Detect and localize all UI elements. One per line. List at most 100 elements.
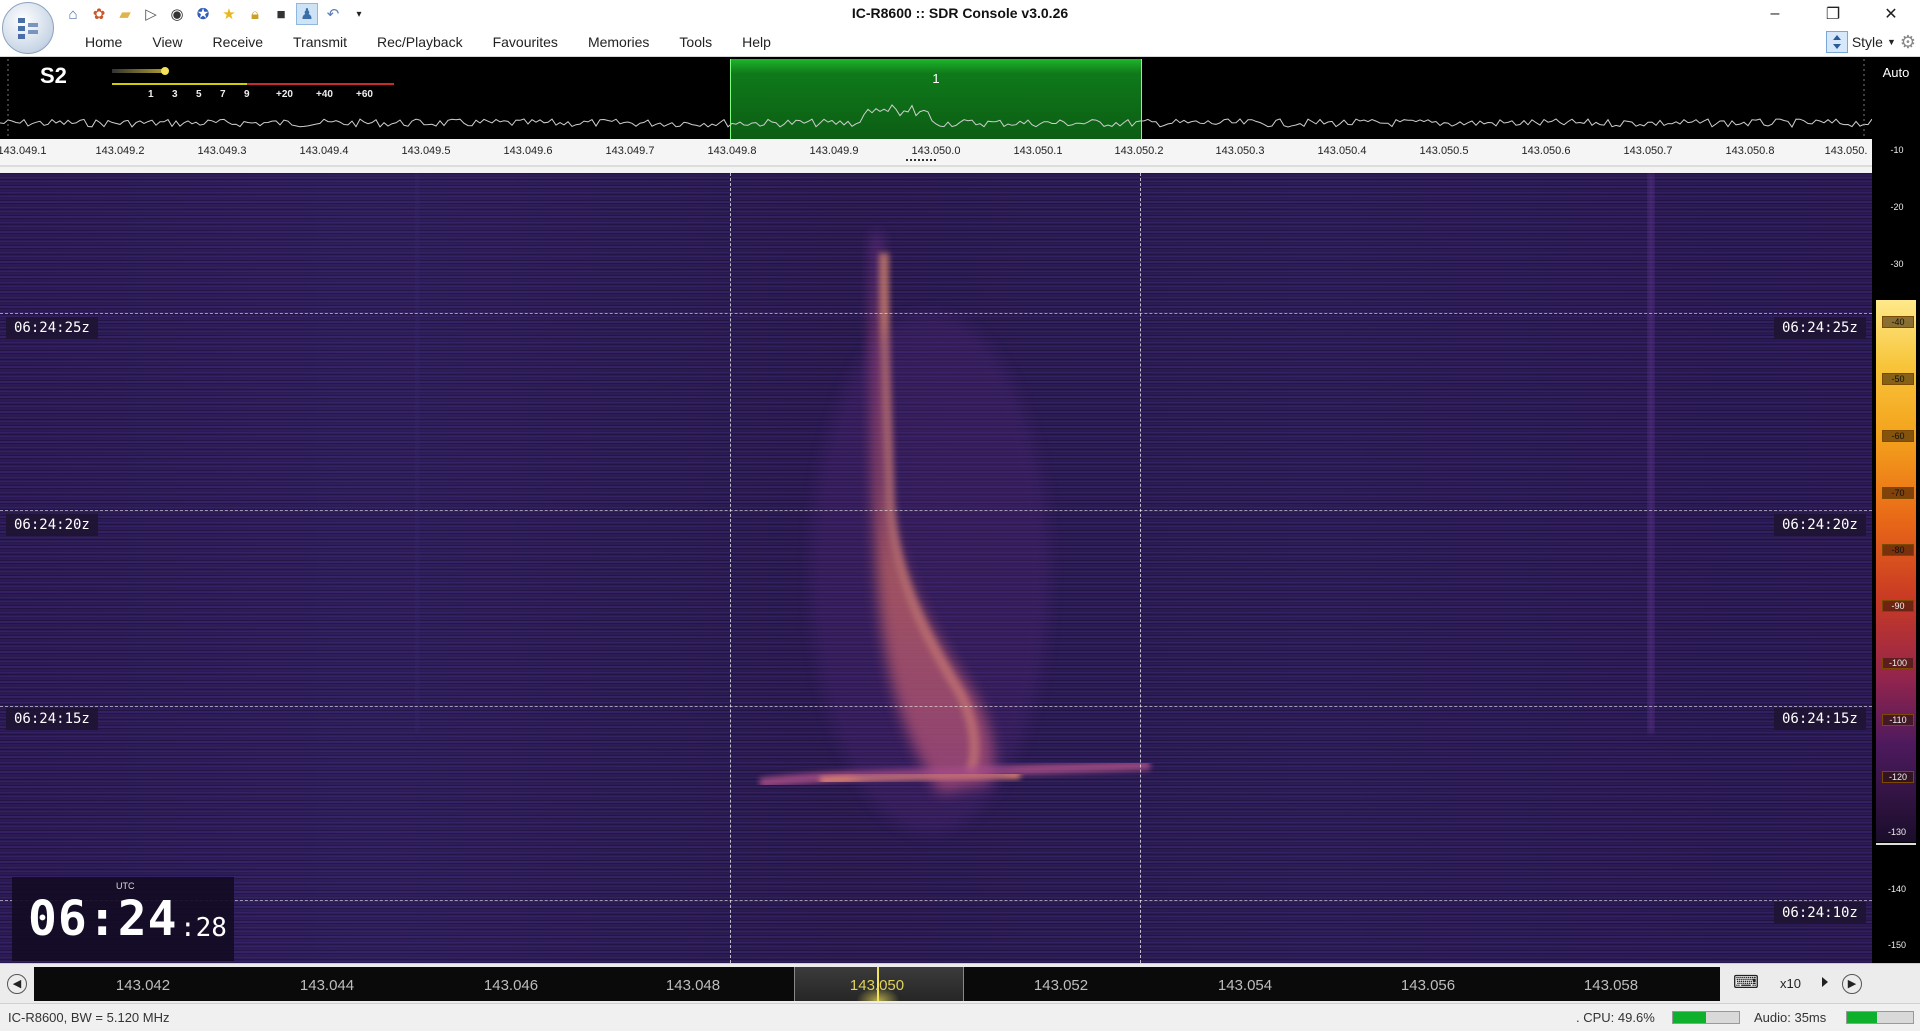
passband-edge-right: [1140, 173, 1141, 963]
db-label: -120: [1882, 771, 1914, 783]
menu-tools[interactable]: Tools: [664, 34, 727, 50]
db-label: -110: [1882, 714, 1914, 726]
smeter-tick: 5: [196, 89, 202, 100]
bandscope-strip[interactable]: 143.042 143.044 143.046 143.048 143.050 …: [34, 967, 1720, 1001]
utc-clock: UTC 06:24 :28: [12, 877, 234, 961]
freq-tick-label: 143.050.0: [911, 145, 961, 157]
freq-tick-label: 143.049.1: [0, 145, 47, 157]
freq-tick-label: 143.050.3: [1215, 145, 1265, 157]
smeter-tick: +20: [276, 89, 293, 100]
menu-help[interactable]: Help: [727, 34, 786, 50]
time-tag-left: 06:24:15z: [6, 708, 98, 730]
db-scale[interactable]: Auto -10 -20 -30 -40 -50 -60 -70 -80 -90…: [1872, 57, 1920, 963]
center-marker: [906, 159, 936, 161]
app-menu-button[interactable]: [2, 2, 54, 54]
menu-bar: Home View Receive Transmit Rec/Playback …: [0, 28, 1920, 57]
smeter-indicator: [161, 67, 169, 75]
band-freq-label: 143.058: [1583, 977, 1639, 994]
keyboard-icon[interactable]: ⌨: [1730, 972, 1762, 996]
frequency-ruler[interactable]: 143.049.1 143.049.2 143.049.3 143.049.4 …: [0, 139, 1872, 167]
freq-tick-label: 143.050.1: [1013, 145, 1063, 157]
style-label[interactable]: Style: [1852, 34, 1883, 50]
zoom-level[interactable]: x10: [1780, 976, 1801, 991]
menu-transmit[interactable]: Transmit: [278, 34, 362, 50]
db-label: -100: [1882, 657, 1914, 669]
scroll-right-button[interactable]: ▶: [1842, 974, 1862, 994]
gear-icon[interactable]: ⚙: [1900, 32, 1916, 53]
smeter-tick: 7: [220, 89, 226, 100]
band-freq-label: 143.048: [665, 977, 721, 994]
menu-favourites[interactable]: Favourites: [478, 34, 573, 50]
db-label: -70: [1882, 487, 1914, 499]
scroll-left-button[interactable]: ◀: [7, 974, 27, 994]
bandscope-bar: ◀ 143.042 143.044 143.046 143.048 143.05…: [0, 963, 1920, 1004]
style-spinner[interactable]: [1825, 31, 1848, 53]
freq-tick-label: 143.050.4: [1317, 145, 1367, 157]
band-freq-label: 143.054: [1217, 977, 1273, 994]
minimize-button[interactable]: –: [1746, 0, 1804, 28]
status-bar: IC-R8600, BW = 5.120 MHz . CPU: 49.6% Au…: [0, 1003, 1920, 1031]
smeter-value: S2: [40, 63, 67, 88]
time-gridline: [0, 510, 1872, 511]
freq-tick-label: 143.049.7: [605, 145, 655, 157]
time-tag-right: 06:24:10z: [1774, 902, 1866, 924]
waterfall-signal: [415, 173, 1654, 833]
cpu-meter: [1672, 1011, 1740, 1024]
freq-tick-label: 143.050.8: [1725, 145, 1775, 157]
band-freq-label: 143.056: [1400, 977, 1456, 994]
freq-tick-label: 143.049.6: [503, 145, 553, 157]
db-label: -30: [1890, 259, 1904, 269]
style-dropdown-icon[interactable]: ▼: [1887, 37, 1896, 47]
menu-memories[interactable]: Memories: [573, 34, 664, 50]
restore-button[interactable]: ❐: [1804, 0, 1862, 28]
freq-tick-label: 143.050.5: [1419, 145, 1469, 157]
auto-button[interactable]: Auto: [1872, 62, 1920, 84]
menu-home[interactable]: Home: [70, 34, 137, 50]
app-menu-icon: [18, 18, 38, 39]
menu-view[interactable]: View: [137, 34, 197, 50]
cpu-meter-fill: [1673, 1012, 1706, 1023]
time-tag-right: 06:24:20z: [1774, 514, 1866, 536]
waterfall-display[interactable]: 06:24:25z 06:24:20z 06:24:15z 06:24:25z …: [0, 173, 1872, 963]
freq-tick-label: 143.050.2: [1114, 145, 1164, 157]
freq-tick-label: 143.049.8: [707, 145, 757, 157]
db-label: -10: [1890, 145, 1904, 155]
audio-meter-fill: [1847, 1012, 1877, 1023]
freq-tick-label: 143.049.2: [95, 145, 145, 157]
db-label: -130: [1887, 827, 1906, 837]
zoom-arrow-icon[interactable]: [1822, 977, 1828, 987]
time-tag-left: 06:24:25z: [6, 317, 98, 339]
freq-tick-label: 143.049.5: [401, 145, 451, 157]
audio-status: Audio: 35ms: [1754, 1010, 1827, 1025]
db-label: -90: [1882, 600, 1914, 612]
window-title: IC-R8600 :: SDR Console v3.0.26: [851, 5, 1069, 21]
band-freq-label: 143.044: [299, 977, 355, 994]
db-label: -20: [1890, 202, 1904, 212]
passband-edge-left: [730, 173, 731, 963]
band-freq-label: 143.046: [483, 977, 539, 994]
audio-meter: [1846, 1011, 1914, 1024]
spectrum-display[interactable]: 1 S2 1 3 5 7 9 +20 +40 +60: [0, 57, 1872, 139]
title-bar: ⌂ ✿ ▰ ▷ ◉ ✪ ★ 🔒︎ ■ ♟ ↶ ▾ IC-R8600 :: SDR…: [0, 0, 1920, 29]
smeter-tick: 1: [148, 89, 154, 100]
band-freq-label-active: 143.050: [849, 977, 905, 994]
db-label: -150: [1887, 940, 1906, 950]
time-tag-left: 06:24:20z: [6, 514, 98, 536]
cpu-status: . CPU: 49.6%: [1576, 1010, 1655, 1025]
freq-tick-label: 143.049.9: [809, 145, 859, 157]
time-tag-right: 06:24:25z: [1774, 317, 1866, 339]
menu-receive[interactable]: Receive: [197, 34, 278, 50]
db-label: -140: [1887, 884, 1906, 894]
time-tag-right: 06:24:15z: [1774, 708, 1866, 730]
menu-rec-playback[interactable]: Rec/Playback: [362, 34, 478, 50]
clock-hours-minutes: 06:24: [28, 891, 178, 947]
band-freq-label: 143.042: [115, 977, 171, 994]
time-gridline: [0, 313, 1872, 314]
freq-tick-label: 143.049.3: [197, 145, 247, 157]
smeter-tick: +60: [356, 89, 373, 100]
gradient-floor-marker[interactable]: [1876, 843, 1916, 845]
close-button[interactable]: ✕: [1862, 0, 1920, 28]
clock-seconds: :28: [180, 913, 227, 943]
freq-tick-label: 143.049.4: [299, 145, 349, 157]
smeter-tick: 9: [244, 89, 250, 100]
